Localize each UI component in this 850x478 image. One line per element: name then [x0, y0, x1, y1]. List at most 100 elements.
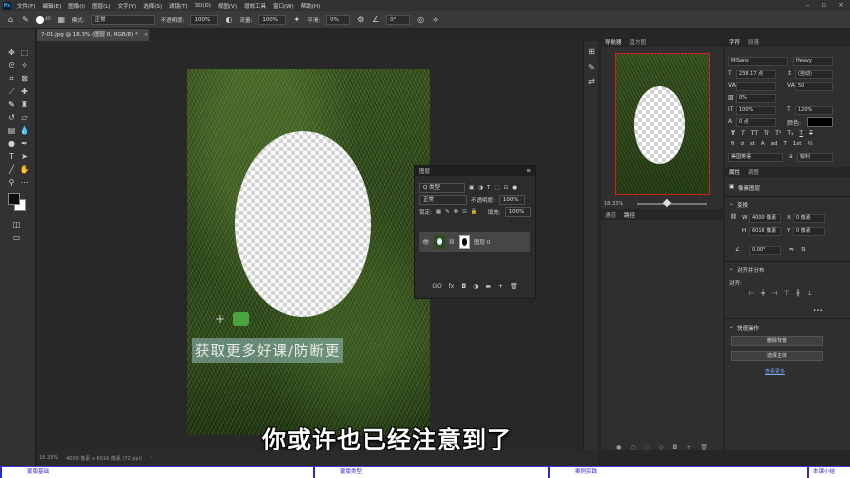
symmetry-icon[interactable]: ⟡	[431, 15, 440, 24]
filter-shape-icon[interactable]: ⬚	[494, 185, 499, 191]
menu-window[interactable]: 窗口(W)	[273, 2, 294, 10]
stroke-path-icon[interactable]: ○	[630, 444, 635, 454]
chapter-item[interactable]: 本课小结	[807, 467, 850, 478]
horizontal-scale-field[interactable]: 120%	[795, 106, 833, 115]
path-select-icon[interactable]: ➤	[19, 151, 30, 162]
align-left-icon[interactable]: ⊢	[749, 290, 754, 297]
strikethrough-button[interactable]: T	[809, 130, 813, 137]
blur-icon[interactable]: 💧	[19, 125, 30, 136]
dodge-icon[interactable]: ●	[6, 138, 17, 149]
adjust-panel-icon[interactable]: ⇄	[587, 77, 596, 86]
screen-mode-icon[interactable]: ▭	[11, 232, 22, 243]
healing-brush-icon[interactable]: ✚	[19, 86, 30, 97]
filter-toggle-icon[interactable]: ●	[512, 185, 517, 191]
maximize-icon[interactable]: ▫	[821, 1, 826, 9]
quick-actions-chevron-icon[interactable]: ⌄	[729, 324, 734, 330]
transform-chevron-icon[interactable]: ⌄	[729, 201, 734, 207]
navigator-thumbnail[interactable]	[615, 53, 710, 195]
filter-type-icon[interactable]: T	[487, 185, 490, 191]
tab-properties[interactable]: 属性	[729, 168, 740, 176]
font-family-select[interactable]: MiSans	[728, 57, 788, 66]
titling-button[interactable]: T	[784, 141, 787, 147]
angle-field[interactable]: 0°	[386, 14, 411, 25]
layer-mask-thumbnail[interactable]	[458, 235, 470, 249]
ligatures-button[interactable]: fi	[731, 141, 734, 147]
zoom-icon[interactable]: ⚲	[6, 177, 17, 188]
lock-all-icon[interactable]: 🔒	[471, 209, 478, 215]
swash-button[interactable]: A	[761, 141, 765, 147]
flow-field[interactable]: 100%	[258, 14, 287, 25]
link-dimensions-icon[interactable]: ⛓	[730, 214, 737, 220]
menu-help[interactable]: 帮助(H)	[301, 2, 320, 10]
tab-character[interactable]: 字符	[729, 38, 740, 46]
fractions-button[interactable]: ½	[807, 141, 812, 147]
fill-field[interactable]: 100%	[504, 207, 531, 217]
chapter-item[interactable]: 蒙版基础	[0, 467, 313, 478]
hand-icon[interactable]: ✋	[19, 164, 30, 175]
brush-panel-icon[interactable]: ✎	[587, 63, 596, 72]
brush-settings-icon[interactable]: ▦	[57, 15, 66, 24]
vertical-scale-field[interactable]: 100%	[736, 106, 776, 115]
menu-file[interactable]: 文件(F)	[17, 2, 35, 10]
align-center-h-icon[interactable]: ╪	[761, 290, 765, 297]
language-select[interactable]: 美国英语	[728, 153, 783, 162]
menu-layer[interactable]: 图层(L)	[92, 2, 110, 10]
eyedropper-icon[interactable]: ⟋	[6, 86, 17, 97]
frame-tool-icon[interactable]: ⊠	[19, 73, 30, 84]
gradient-icon[interactable]: ▤	[6, 125, 17, 136]
tab-navigator[interactable]: 导航器	[605, 38, 622, 46]
see-more-link[interactable]: 查看更多	[765, 368, 785, 375]
select-subject-button[interactable]: 选择主体	[731, 351, 823, 361]
eye-icon[interactable]: 👁	[422, 239, 430, 246]
filter-pixel-icon[interactable]: ▣	[469, 185, 474, 191]
chapter-item[interactable]: 蒙版类型	[313, 467, 548, 478]
eraser-icon[interactable]: ▱	[19, 112, 30, 123]
align-chevron-icon[interactable]: ⌄	[729, 266, 734, 272]
fx-icon[interactable]: fx	[449, 283, 455, 296]
flip-vertical-icon[interactable]: ⇅	[801, 247, 806, 253]
lock-paint-icon[interactable]: ✎	[445, 209, 450, 215]
tab-paths[interactable]: 路径	[624, 211, 635, 219]
make-path-icon[interactable]: ◇	[659, 444, 664, 454]
smooth-field[interactable]: 0%	[326, 14, 351, 25]
kerning-field[interactable]	[736, 82, 776, 91]
lasso-tool-icon[interactable]: ᘓ	[6, 60, 17, 71]
layer-thumbnail[interactable]	[433, 235, 445, 249]
chapter-item[interactable]: 案例实践	[548, 467, 807, 478]
align-top-icon[interactable]: ⊤	[784, 290, 789, 297]
faux-bold-button[interactable]: T	[731, 130, 735, 137]
underline-button[interactable]: T	[799, 130, 803, 137]
layers-panel-header[interactable]: 图层 ≡	[415, 166, 535, 176]
load-selection-icon[interactable]: ◌	[645, 444, 650, 454]
new-layer-icon[interactable]: +	[498, 283, 503, 296]
pen-icon[interactable]: ✒	[19, 138, 30, 149]
font-style-select[interactable]: Heavy	[793, 57, 833, 66]
tracking-field[interactable]: 50	[795, 82, 833, 91]
brush-preset-picker[interactable]: 45	[36, 15, 51, 24]
menu-select[interactable]: 选择(S)	[143, 2, 162, 10]
layer-opacity-field[interactable]: 100%	[498, 195, 525, 205]
mode-select[interactable]: 正常	[90, 14, 155, 25]
group-folder-icon[interactable]: ▬	[485, 283, 491, 296]
type-tool-icon[interactable]: T	[6, 151, 17, 162]
stamp-icon[interactable]: ♜	[19, 99, 30, 110]
flip-horizontal-icon[interactable]: ⇋	[789, 247, 794, 253]
ordinals-button[interactable]: 1st	[793, 141, 802, 147]
leading-field[interactable]: (自动)	[795, 70, 833, 79]
new-path-icon[interactable]: +	[686, 444, 691, 454]
height-field[interactable]: 6016 像素	[749, 227, 781, 236]
pressure-opacity-icon[interactable]: ◐	[224, 15, 233, 24]
font-size-field[interactable]: 238.17 点	[736, 70, 776, 79]
link-layers-icon[interactable]: GO	[432, 283, 441, 296]
subscript-button[interactable]: T₁	[787, 130, 793, 137]
y-field[interactable]: 0 像素	[793, 227, 825, 236]
adjustment-layer-icon[interactable]: ◑	[473, 283, 478, 296]
menu-filter[interactable]: 滤镜(T)	[169, 2, 188, 10]
blend-mode-select[interactable]: 正常	[419, 195, 467, 205]
panel-menu-icon[interactable]: ≡	[526, 168, 531, 174]
move-tool-icon[interactable]: ✥	[6, 47, 17, 58]
angle-field[interactable]: 0.00°	[749, 246, 781, 255]
align-right-icon[interactable]: ⊣	[772, 290, 777, 297]
brush-tool-icon[interactable]: ✎	[21, 15, 30, 24]
brush-icon[interactable]: ✎	[6, 99, 17, 110]
